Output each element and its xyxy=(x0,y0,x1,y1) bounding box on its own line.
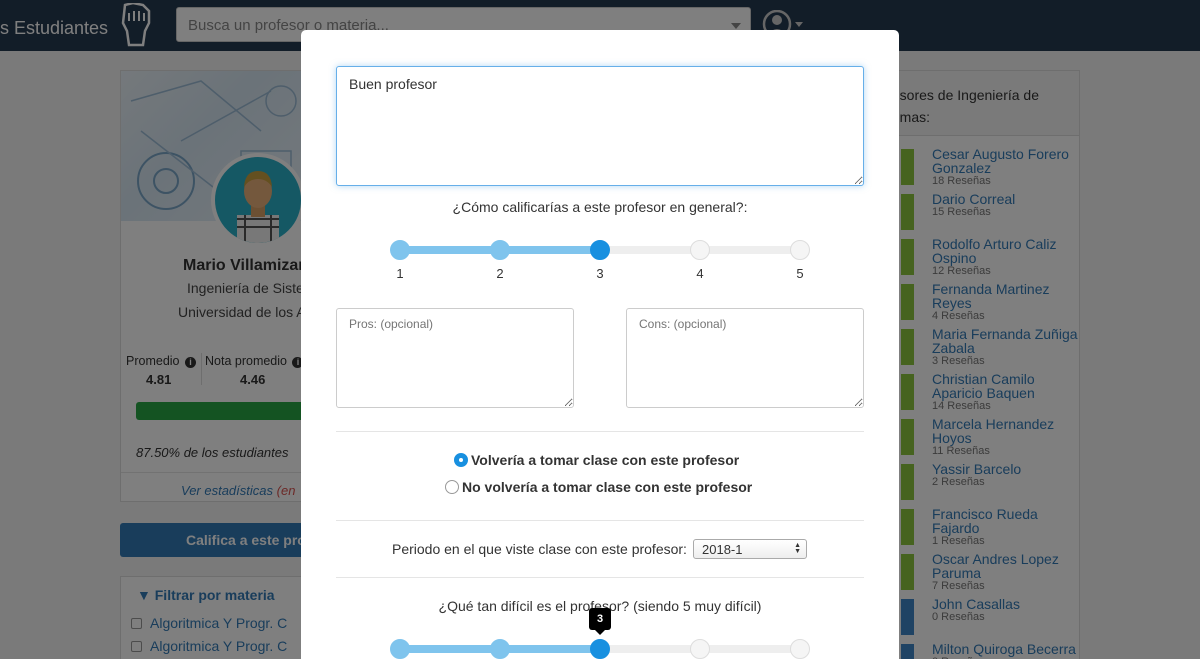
slider-tick-label: 1 xyxy=(396,266,404,281)
general-rating-question: ¿Cómo calificarías a este profesor en ge… xyxy=(452,199,748,215)
review-modal: Buen profesor ¿Cómo calificarías a este … xyxy=(301,30,899,659)
slider-handle-5[interactable] xyxy=(790,639,810,659)
take-again-yes-option[interactable]: Volvería a tomar clase con este profesor xyxy=(454,452,739,468)
slider-tick-label: 5 xyxy=(796,266,804,281)
slider-tick-label: 2 xyxy=(496,266,504,281)
slider-handle-5[interactable] xyxy=(790,240,810,260)
slider-handle-4[interactable] xyxy=(690,240,710,260)
slider-handle-3[interactable] xyxy=(590,639,610,659)
period-value: 2018-1 xyxy=(702,542,743,557)
slider-handle-1[interactable] xyxy=(390,639,410,659)
slider-handle-1[interactable] xyxy=(390,240,410,260)
radio-selected[interactable] xyxy=(454,453,468,467)
pros-textarea[interactable] xyxy=(336,308,574,408)
cons-textarea[interactable] xyxy=(626,308,864,408)
divider xyxy=(336,577,864,578)
slider-tick-label: 4 xyxy=(696,266,704,281)
period-label: Periodo en el que viste clase con este p… xyxy=(392,541,687,557)
select-arrows-icon: ▲ ▼ xyxy=(794,542,801,555)
general-rating-slider[interactable]: 1 2 3 4 5 xyxy=(390,240,810,281)
slider-handle-2[interactable] xyxy=(490,639,510,659)
divider xyxy=(336,431,864,432)
radio-unselected[interactable] xyxy=(445,480,459,494)
divider xyxy=(336,520,864,521)
difficulty-slider[interactable]: 3 xyxy=(390,608,810,659)
slider-handle-3[interactable] xyxy=(590,240,610,260)
slider-handle-2[interactable] xyxy=(490,240,510,260)
period-select[interactable]: 2018-1 ▲ ▼ xyxy=(693,539,807,559)
slider-value-tooltip: 3 xyxy=(589,608,611,635)
slider-tick-label: 3 xyxy=(596,266,604,281)
slider-handle-4[interactable] xyxy=(690,639,710,659)
take-again-no-option[interactable]: No volvería a tomar clase con este profe… xyxy=(445,479,752,495)
comment-textarea[interactable]: Buen profesor xyxy=(336,66,864,186)
